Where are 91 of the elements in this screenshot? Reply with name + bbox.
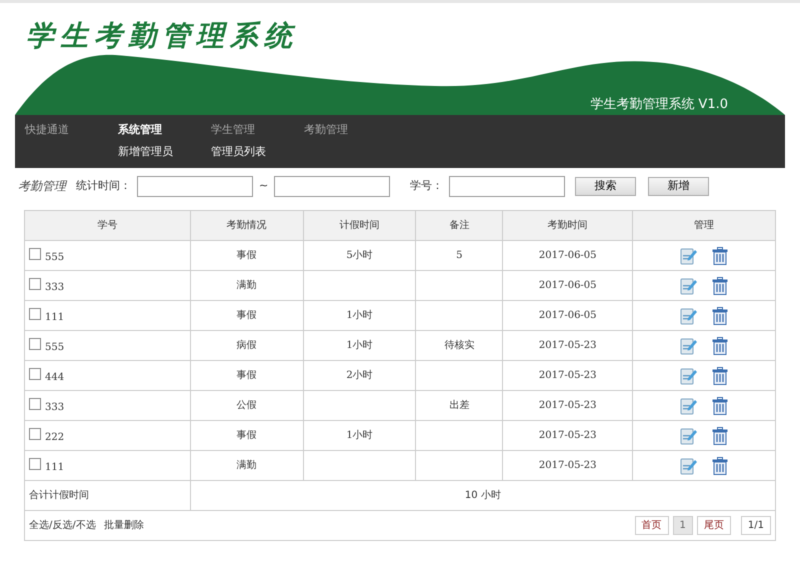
trash-icon[interactable]: [712, 336, 728, 354]
date-text: 2017-05-23: [538, 340, 597, 351]
status-text: 病假: [236, 340, 257, 351]
row-checkbox[interactable]: [29, 248, 41, 260]
status-text: 事假: [236, 250, 257, 261]
row-checkbox[interactable]: [29, 278, 41, 290]
end-date-field[interactable]: [274, 176, 390, 196]
trash-icon[interactable]: [712, 306, 728, 324]
page-count: 1/1: [740, 516, 771, 535]
edit-icon[interactable]: [680, 456, 698, 474]
hours-text: 1小时: [346, 310, 373, 321]
student-id: 222: [45, 432, 64, 442]
student-id-field[interactable]: [449, 176, 566, 196]
start-date-field[interactable]: [137, 176, 253, 196]
date-text: 2017-06-05: [538, 250, 597, 261]
student-id: 111: [45, 312, 64, 322]
trash-icon[interactable]: [712, 396, 728, 414]
status-text: 满勤: [236, 280, 257, 291]
nav-tab[interactable]: 学生管理: [211, 122, 304, 138]
column-header: 计假时间: [303, 210, 416, 240]
search-button[interactable]: 搜索: [575, 176, 636, 196]
page-number[interactable]: 1: [672, 516, 693, 535]
note-text: 5: [456, 250, 463, 261]
range-separator: ~: [259, 178, 268, 194]
edit-icon[interactable]: [680, 366, 698, 384]
trash-icon[interactable]: [712, 246, 728, 264]
field-label: 学号：: [410, 178, 444, 194]
student-id: 555: [45, 252, 64, 262]
row-checkbox[interactable]: [29, 338, 41, 350]
trash-icon[interactable]: [712, 426, 728, 444]
separator-text: /: [72, 520, 76, 531]
nav-tab[interactable]: 系统管理: [118, 122, 211, 138]
column-header: 考勤情况: [190, 210, 304, 240]
row-checkbox[interactable]: [29, 398, 41, 410]
student-id: 333: [45, 282, 64, 292]
date-text: 2017-06-05: [538, 310, 597, 321]
add-button[interactable]: 新增: [648, 176, 710, 196]
field-label: 统计时间：: [76, 178, 131, 194]
row-checkbox[interactable]: [29, 308, 41, 320]
page-link[interactable]: 尾页: [696, 516, 731, 535]
column-header: 备注: [416, 210, 503, 240]
total-value: 10 小时: [464, 490, 501, 501]
trash-icon[interactable]: [712, 276, 728, 294]
date-text: 2017-05-23: [538, 370, 597, 381]
status-text: 事假: [236, 310, 257, 321]
column-header: 考勤时间: [502, 210, 633, 240]
date-text: 2017-06-05: [538, 280, 597, 291]
select-link[interactable]: 全选: [29, 520, 49, 531]
site-title: 学生考勤管理系统: [26, 18, 298, 54]
edit-icon[interactable]: [680, 276, 698, 294]
date-text: 2017-05-23: [538, 400, 597, 411]
nav-sub-link[interactable]: 新增管理员: [118, 144, 211, 160]
status-text: 公假: [236, 400, 257, 411]
note-text: 出差: [449, 400, 470, 411]
batch-delete-link[interactable]: 批量删除: [104, 520, 144, 531]
select-link[interactable]: 不选: [76, 520, 96, 531]
hours-text: 2小时: [346, 370, 373, 381]
hours-text: 1小时: [346, 340, 373, 351]
date-text: 2017-05-23: [538, 460, 597, 471]
page-link[interactable]: 首页: [634, 516, 669, 535]
section-title: 考勤管理: [18, 178, 66, 195]
edit-icon[interactable]: [680, 336, 698, 354]
trash-icon[interactable]: [712, 456, 728, 474]
nav-label: 快捷通道: [25, 122, 70, 138]
column-header: 管理: [632, 210, 776, 240]
hours-text: 1小时: [346, 430, 373, 441]
status-text: 事假: [236, 430, 257, 441]
row-checkbox[interactable]: [29, 428, 41, 440]
status-text: 满勤: [236, 460, 257, 471]
nav-tab[interactable]: 考勤管理: [304, 122, 397, 138]
edit-icon[interactable]: [680, 246, 698, 264]
select-link[interactable]: 反选: [52, 520, 72, 531]
note-text: 待核实: [444, 340, 474, 351]
student-id: 444: [45, 372, 64, 382]
student-id: 333: [45, 402, 64, 412]
status-text: 事假: [236, 370, 257, 381]
edit-icon[interactable]: [680, 396, 698, 414]
edit-icon[interactable]: [680, 306, 698, 324]
column-header: 学号: [24, 210, 190, 240]
total-label: 合计计假时间: [29, 490, 89, 501]
edit-icon[interactable]: [680, 426, 698, 444]
hours-text: 5小时: [346, 250, 373, 261]
trash-icon[interactable]: [712, 366, 728, 384]
row-checkbox[interactable]: [29, 458, 41, 470]
separator-text: /: [49, 520, 52, 531]
student-id: 555: [45, 342, 64, 352]
row-checkbox[interactable]: [29, 368, 41, 380]
date-text: 2017-05-23: [538, 430, 597, 441]
nav-sub-link[interactable]: 管理员列表: [211, 144, 304, 160]
student-id: 111: [45, 462, 64, 472]
system-version-label: 学生考勤管理系统 V1.0: [590, 96, 728, 114]
